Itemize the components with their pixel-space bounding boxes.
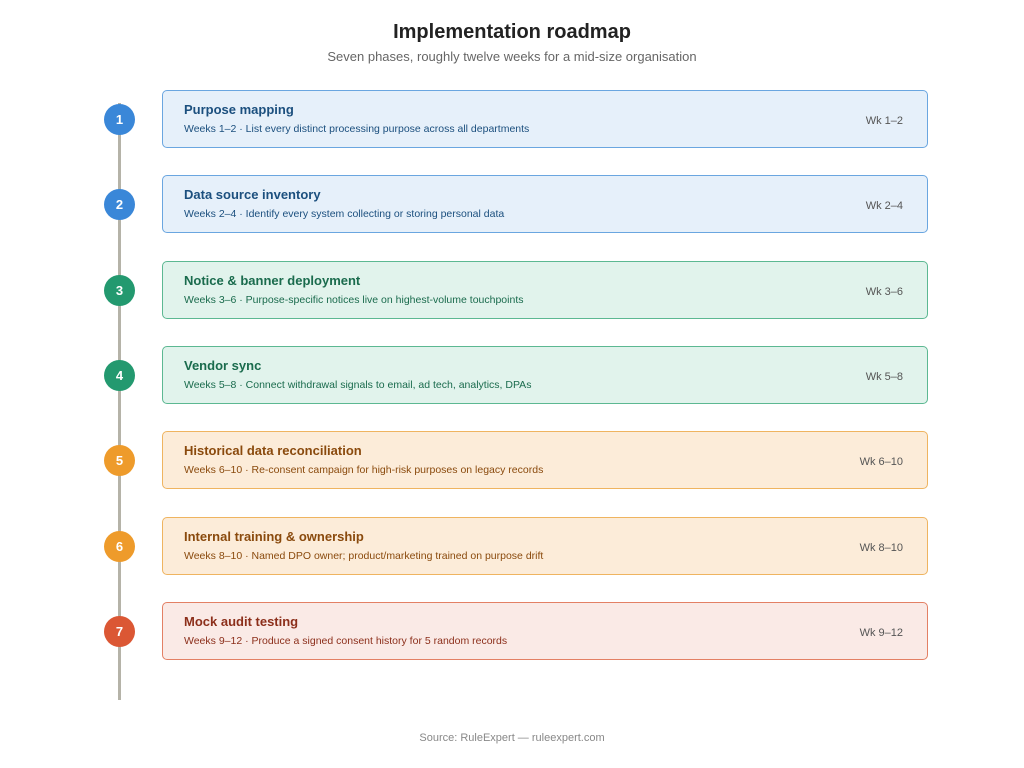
phase-title: Internal training & ownership: [184, 529, 364, 544]
phase-card-2: Data source inventory Weeks 2–4 · Identif…: [162, 175, 928, 233]
phase-card-5: Historical data reconciliation Weeks 6–10…: [162, 431, 928, 489]
phase-card-3: Notice & banner deployment Weeks 3–6 · Pu…: [162, 261, 928, 319]
page-subtitle: Seven phases, roughly twelve weeks for a…: [327, 49, 697, 64]
phase-card-7: Mock audit testing Weeks 9–12 · Produce a…: [162, 602, 928, 660]
phase-title: Vendor sync: [184, 358, 262, 373]
phase-description: Weeks 1–2 · List every distinct processi…: [184, 123, 530, 135]
phase-description: Weeks 9–12 · Produce a signed consent hi…: [184, 635, 508, 647]
phase-node-2: 2: [104, 189, 135, 220]
source-credit: Source: RuleExpert — ruleexpert.com: [419, 732, 605, 744]
phase-description: Weeks 6–10 · Re-consent campaign for hig…: [184, 464, 544, 476]
phase-node-3: 3: [104, 275, 135, 306]
phase-description: Weeks 2–4 · Identify every system collec…: [184, 208, 505, 220]
phase-weeks: Wk 1–2: [865, 115, 903, 127]
phase-title: Mock audit testing: [184, 614, 299, 629]
phase-description: Weeks 3–6 · Purpose-specific notices liv…: [184, 294, 524, 306]
phase-card-4: Vendor sync Weeks 5–8 · Connect withdrawa…: [162, 346, 928, 404]
phase-description: Weeks 8–10 · Named DPO owner; product/ma…: [184, 550, 544, 562]
phase-title: Historical data reconciliation: [184, 443, 362, 458]
phase-title: Purpose mapping: [184, 102, 294, 117]
page-title: Implementation roadmap: [393, 21, 631, 43]
phase-card-1: Purpose mapping Weeks 1–2 · List every di…: [162, 90, 928, 148]
phase-weeks: Wk 3–6: [865, 286, 903, 298]
phase-title: Notice & banner deployment: [184, 273, 361, 288]
phase-node-4: 4: [104, 360, 135, 391]
phase-node-5: 5: [104, 445, 135, 476]
phase-title: Data source inventory: [184, 187, 321, 202]
phase-card-6: Internal training & ownership Weeks 8–10 …: [162, 517, 928, 575]
phase-description: Weeks 5–8 · Connect withdrawal signals t…: [184, 379, 532, 391]
phase-weeks: Wk 9–12: [859, 627, 903, 639]
phase-weeks: Wk 5–8: [865, 371, 903, 383]
phase-weeks: Wk 8–10: [859, 542, 903, 554]
phase-weeks: Wk 6–10: [859, 456, 903, 468]
phase-weeks: Wk 2–4: [865, 200, 903, 212]
phase-node-7: 7: [104, 616, 135, 647]
phase-node-1: 1: [104, 104, 135, 135]
phase-node-6: 6: [104, 531, 135, 562]
